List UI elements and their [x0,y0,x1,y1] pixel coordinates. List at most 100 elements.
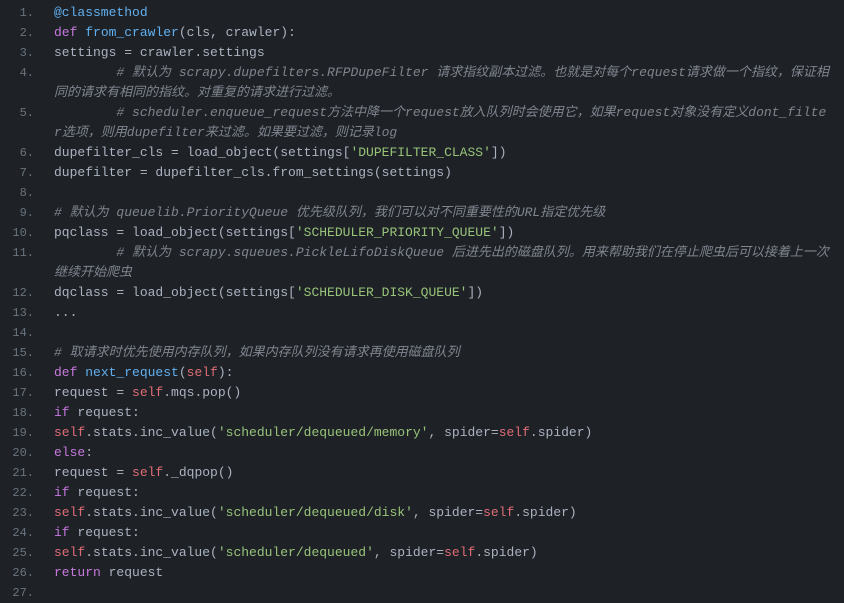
code-token: dupefilter_cls = load_object(settings[ [54,143,350,163]
code-token: , spider= [374,543,444,563]
line-number: 3. [0,43,34,63]
code-line[interactable]: dqclass = load_object(settings['SCHEDULE… [54,283,844,303]
code-line[interactable]: ... [54,303,844,323]
code-token: # scheduler.enqueue_request方法中降一个request… [54,105,826,140]
code-token: ._dqpop() [163,463,233,483]
code-token: , spider= [413,503,483,523]
line-number: 1. [0,3,34,23]
code-token: next_request [85,363,179,383]
code-token: def [54,23,85,43]
line-number: 25. [0,543,34,563]
code-token: 'scheduler/dequeued/disk' [218,503,413,523]
code-line[interactable]: self.stats.inc_value('scheduler/dequeued… [54,423,844,443]
code-line[interactable]: return request [54,563,844,583]
code-token: self [132,383,163,403]
code-token: ]) [467,283,483,303]
code-line[interactable]: self.stats.inc_value('scheduler/dequeued… [54,543,844,563]
line-number: 24. [0,523,34,543]
code-line[interactable]: request = self.mqs.pop() [54,383,844,403]
code-token: request: [70,403,140,423]
code-token: dupefilter = dupefilter_cls.from_setting… [54,163,452,183]
code-line[interactable]: # 默认为 scrapy.dupefilters.RFPDupeFilter 请… [54,63,844,103]
line-number: 2. [0,23,34,43]
code-line[interactable]: else: [54,443,844,463]
code-token: , spider= [428,423,498,443]
line-number: 15. [0,343,34,363]
code-token: 'scheduler/dequeued/memory' [218,423,429,443]
code-token: if [54,403,70,423]
code-token: self [54,503,85,523]
code-token: if [54,483,70,503]
code-line[interactable]: def next_request(self): [54,363,844,383]
code-token: 'SCHEDULER_PRIORITY_QUEUE' [296,223,499,243]
code-line[interactable]: dupefilter_cls = load_object(settings['D… [54,143,844,163]
code-line[interactable] [54,583,844,596]
code-token: from_crawler [85,23,179,43]
code-line[interactable] [54,323,844,343]
code-token: pqclass = load_object(settings[ [54,223,296,243]
code-line[interactable]: # 默认为 queuelib.PriorityQueue 优先级队列，我们可以对… [54,203,844,223]
code-token: settings = crawler.settings [54,43,265,63]
line-number: 20. [0,443,34,463]
code-line[interactable]: pqclass = load_object(settings['SCHEDULE… [54,223,844,243]
code-line[interactable] [54,183,844,203]
code-token: def [54,363,85,383]
code-token: self [54,423,85,443]
code-editor-area[interactable]: @classmethod def from_crawler(cls, crawl… [42,0,844,596]
line-number: 23. [0,503,34,523]
code-line[interactable]: # scheduler.enqueue_request方法中降一个request… [54,103,844,143]
line-number: 9. [0,203,34,223]
code-token: self [187,363,218,383]
code-line[interactable]: self.stats.inc_value('scheduler/dequeued… [54,503,844,523]
line-number: 19. [0,423,34,443]
code-token: @classmethod [54,3,148,23]
code-token: ( [179,363,187,383]
code-token: (cls, crawler): [179,23,296,43]
code-token: self [54,543,85,563]
code-line[interactable]: # 默认为 scrapy.squeues.PickleLifoDiskQueue… [54,243,844,283]
code-token: # 默认为 scrapy.dupefilters.RFPDupeFilter 请… [54,65,829,100]
code-token: self [499,423,530,443]
code-line[interactable]: settings = crawler.settings [54,43,844,63]
line-number: 13. [0,303,34,323]
code-token: self [444,543,475,563]
code-token: # 取请求时优先使用内存队列，如果内存队列没有请求再使用磁盘队列 [54,343,460,363]
code-token: 'DUPEFILTER_CLASS' [350,143,490,163]
code-line[interactable]: if request: [54,523,844,543]
line-number: 26. [0,563,34,583]
code-token: dqclass = load_object(settings[ [54,283,296,303]
line-number: 21. [0,463,34,483]
code-line[interactable]: if request: [54,483,844,503]
line-number: 4. [0,63,34,103]
code-line[interactable]: request = self._dqpop() [54,463,844,483]
code-token: request: [70,483,140,503]
line-number: 17. [0,383,34,403]
code-token: .spider) [514,503,576,523]
code-token: else [54,443,85,463]
code-line[interactable]: # 取请求时优先使用内存队列，如果内存队列没有请求再使用磁盘队列 [54,343,844,363]
code-token: .stats.inc_value( [85,543,218,563]
line-number: 27. [0,583,34,603]
code-token: request = [54,463,132,483]
code-token: if [54,523,70,543]
line-number: 8. [0,183,34,203]
code-token: request: [70,523,140,543]
line-number-gutter: 1.2.3.4.5.6.7.8.9.10.11.12.13.14.15.16.1… [0,0,42,596]
code-token: ): [218,363,234,383]
code-token: .spider) [475,543,537,563]
code-token: self [132,463,163,483]
line-number: 6. [0,143,34,163]
line-number: 12. [0,283,34,303]
line-number: 10. [0,223,34,243]
code-line[interactable]: if request: [54,403,844,423]
code-token: request = [54,383,132,403]
code-line[interactable]: dupefilter = dupefilter_cls.from_setting… [54,163,844,183]
code-token: .spider) [530,423,592,443]
line-number: 18. [0,403,34,423]
code-line[interactable]: @classmethod [54,3,844,23]
line-number: 22. [0,483,34,503]
line-number: 16. [0,363,34,383]
code-token: # 默认为 queuelib.PriorityQueue 优先级队列，我们可以对… [54,203,605,223]
code-token: .stats.inc_value( [85,503,218,523]
code-line[interactable]: def from_crawler(cls, crawler): [54,23,844,43]
